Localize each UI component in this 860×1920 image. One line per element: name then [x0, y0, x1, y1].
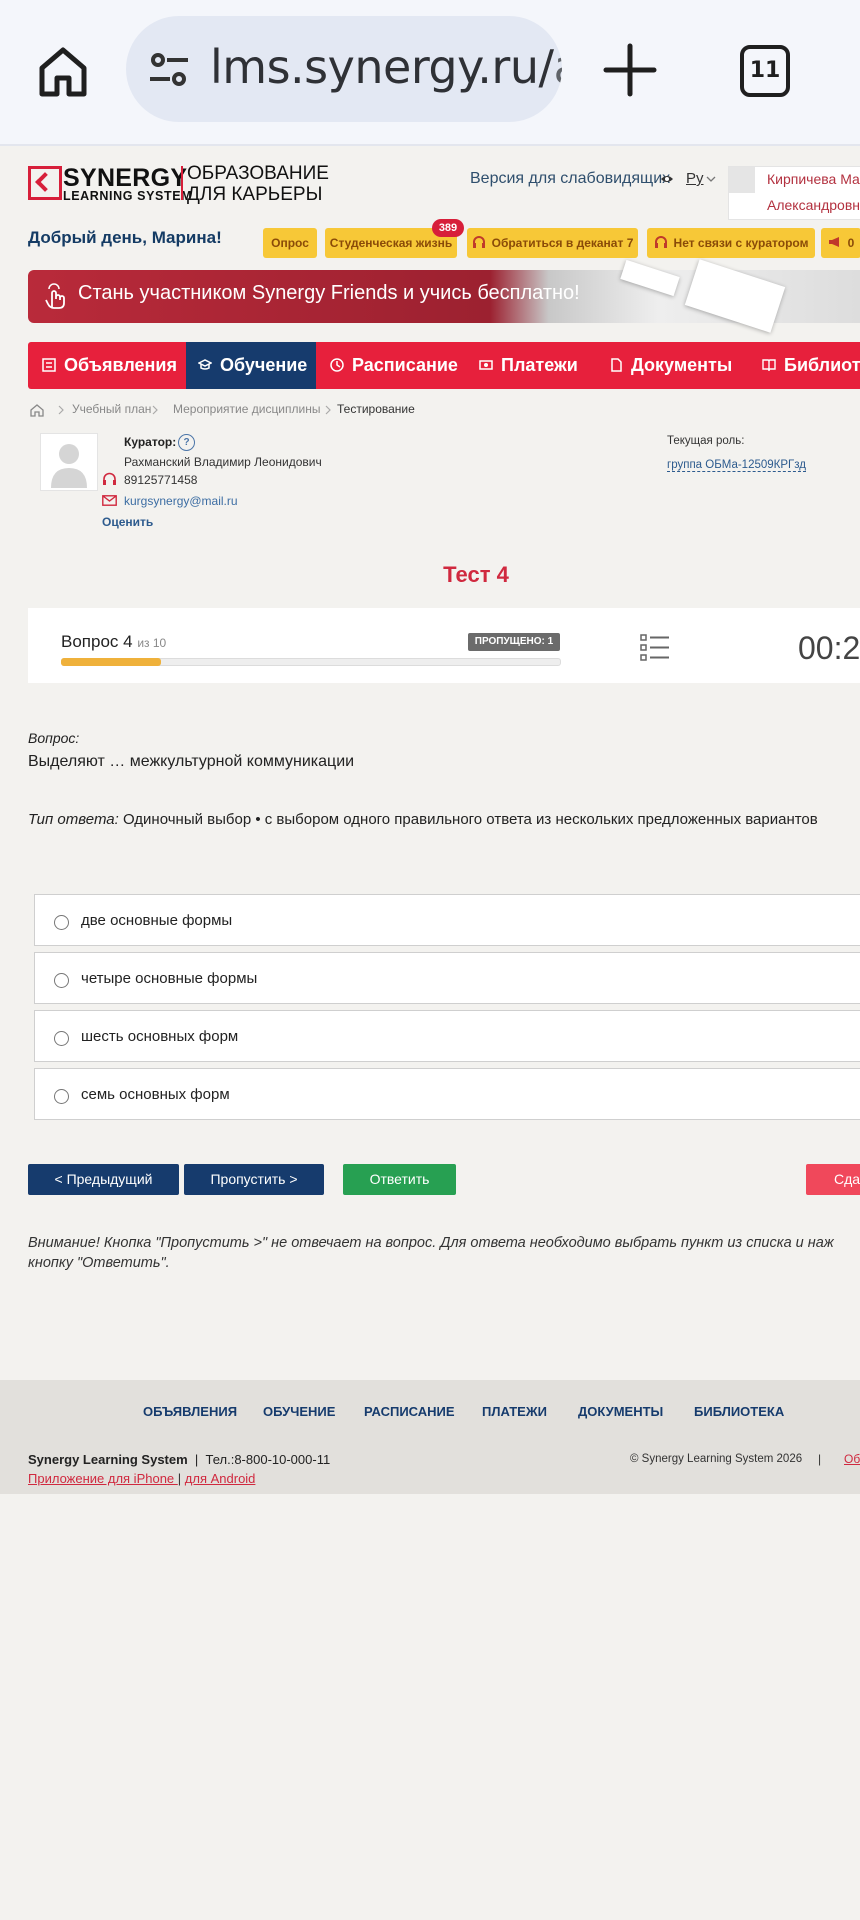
skip-button[interactable]: Пропустить > [184, 1164, 324, 1195]
answer-type: Тип ответа: Одиночный выбор • с выбором … [28, 811, 818, 828]
answer-option-label[interactable]: шесть основных форм [81, 1028, 238, 1045]
megaphone-icon [828, 237, 839, 247]
answer-option-label[interactable]: семь основных форм [81, 1086, 230, 1103]
nav-documents[interactable]: Документы [609, 342, 732, 389]
skipped-badge: ПРОПУЩЕНО: 1 [468, 633, 560, 651]
new-tab-icon[interactable] [602, 42, 658, 98]
rate-curator-link[interactable]: Оценить [102, 515, 153, 529]
footer-link-announcements[interactable]: ОБЪЯВЛЕНИЯ [143, 1404, 237, 1419]
synergy-logo-icon[interactable] [28, 166, 62, 200]
radio-button[interactable] [54, 915, 69, 930]
list-icon [42, 358, 56, 372]
address-bar[interactable]: lms.synergy.ru/as [126, 16, 562, 122]
footer-copyright: © Synergy Learning System 2026 [630, 1453, 803, 1465]
breadcrumb-events[interactable]: Мероприятие дисциплины [173, 402, 320, 416]
document-icon [611, 358, 622, 372]
curator-phone: 89125771458 [124, 473, 198, 487]
footer-link-schedule[interactable]: РАСПИСАНИЕ [364, 1404, 455, 1419]
mail-icon [102, 495, 117, 506]
headset-icon [103, 472, 116, 485]
announcements-chip[interactable]: 0 [821, 228, 860, 258]
question-text: Выделяют … межкультурной коммуникации [28, 753, 355, 770]
logo-tagline: ОБРАЗОВАНИЕ ДЛЯ КАРЬЕРЫ [187, 163, 329, 205]
cash-icon [479, 360, 493, 370]
question-label: Вопрос: [28, 730, 80, 746]
iphone-app-link[interactable]: Приложение для iPhone [28, 1471, 178, 1486]
footer-link-documents[interactable]: ДОКУМЕНТЫ [578, 1404, 663, 1419]
headset-icon [472, 236, 485, 248]
breadcrumb-home-icon[interactable] [30, 403, 44, 417]
nav-schedule[interactable]: Расписание [330, 342, 458, 389]
nav-payments[interactable]: Платежи [479, 342, 578, 389]
notification-badge: 389 [432, 219, 464, 237]
logo-ls-text: LEARNING SYSTEM [63, 189, 193, 203]
curator-avatar [40, 433, 98, 491]
curator-contact-chip[interactable]: Нет связи с куратором [647, 228, 815, 258]
question-list-icon[interactable] [640, 633, 670, 663]
submit-test-button[interactable]: Сдат [806, 1164, 860, 1195]
tab-switcher-button[interactable]: 11 [740, 45, 790, 97]
headset-icon [654, 236, 667, 248]
question-counter: Вопрос 4 из 10 [61, 632, 167, 651]
footer-brand: Synergy Learning System | Тел.:8-800-10-… [28, 1452, 331, 1467]
footer-separator: | [818, 1452, 822, 1466]
nav-announcements[interactable]: Объявления [42, 342, 177, 389]
eye-icon [661, 176, 673, 182]
radio-button[interactable] [54, 1089, 69, 1104]
user-avatar[interactable] [729, 167, 755, 193]
graduation-cap-icon [198, 359, 212, 370]
clock-icon [330, 358, 344, 372]
nav-learning[interactable]: Обучение [186, 342, 316, 389]
chevron-right-icon [325, 405, 331, 415]
footer-apps: Приложение для iPhone | для Android [28, 1471, 256, 1486]
banner-text[interactable]: Стань участником Synergy Friends и учись… [78, 282, 580, 305]
answer-option-label[interactable]: четыре основные формы [81, 970, 257, 987]
page-title: Тест 4 [443, 562, 509, 587]
breadcrumb-current: Тестирование [337, 402, 415, 416]
progress-bar [61, 658, 161, 666]
radio-button[interactable] [54, 1031, 69, 1046]
accessibility-link[interactable]: Версия для слабовидящих [470, 170, 670, 188]
timer: 00:2 [798, 630, 860, 666]
answer-option-label[interactable]: две основные формы [81, 912, 232, 929]
role-label: Текущая роль: [667, 435, 745, 447]
footer-link-payments[interactable]: ПЛАТЕЖИ [482, 1404, 547, 1419]
nav-library[interactable]: Библиоте [762, 342, 860, 389]
radio-button[interactable] [54, 973, 69, 988]
warning-note: Внимание! Кнопка "Пропустить >" не отвеч… [28, 1235, 834, 1271]
footer-link-library[interactable]: БИБЛИОТЕКА [694, 1404, 784, 1419]
language-select[interactable]: Ру [686, 170, 704, 187]
site-settings-icon[interactable] [148, 50, 190, 90]
logo-divider [181, 166, 183, 200]
breadcrumb-plan[interactable]: Учебный план [72, 402, 151, 416]
footer-link-learning[interactable]: ОБУЧЕНИЕ [263, 1404, 335, 1419]
user-name-line2[interactable]: Александровна [767, 197, 860, 213]
chevron-right-icon [152, 405, 158, 415]
greeting: Добрый день, Марина! [28, 228, 222, 247]
role-select[interactable]: группа ОБМа-12509КРГзд [667, 459, 806, 472]
curator-name: Рахманский Владимир Леонидович [124, 455, 322, 469]
chevron-right-icon [58, 405, 64, 415]
survey-chip[interactable]: Опрос [263, 228, 317, 258]
dean-office-chip[interactable]: Обратиться в деканат 7 [467, 228, 638, 258]
answer-button[interactable]: Ответить [343, 1164, 456, 1195]
book-icon [762, 359, 776, 372]
footer-about-link[interactable]: Об [844, 1452, 860, 1466]
curator-email-link[interactable]: kurgsynergy@mail.ru [124, 494, 238, 508]
pointer-hand-icon [45, 283, 65, 309]
android-app-link[interactable]: для Android [185, 1471, 256, 1486]
previous-button[interactable]: < Предыдущий [28, 1164, 179, 1195]
curator-label: Куратор: [124, 435, 177, 449]
url-text: lms.synergy.ru/as [210, 40, 562, 94]
user-name[interactable]: Кирпичева Мар [767, 171, 860, 187]
chevron-down-icon[interactable] [706, 176, 716, 182]
help-icon[interactable]: ? [178, 434, 195, 451]
home-icon[interactable] [36, 44, 90, 98]
